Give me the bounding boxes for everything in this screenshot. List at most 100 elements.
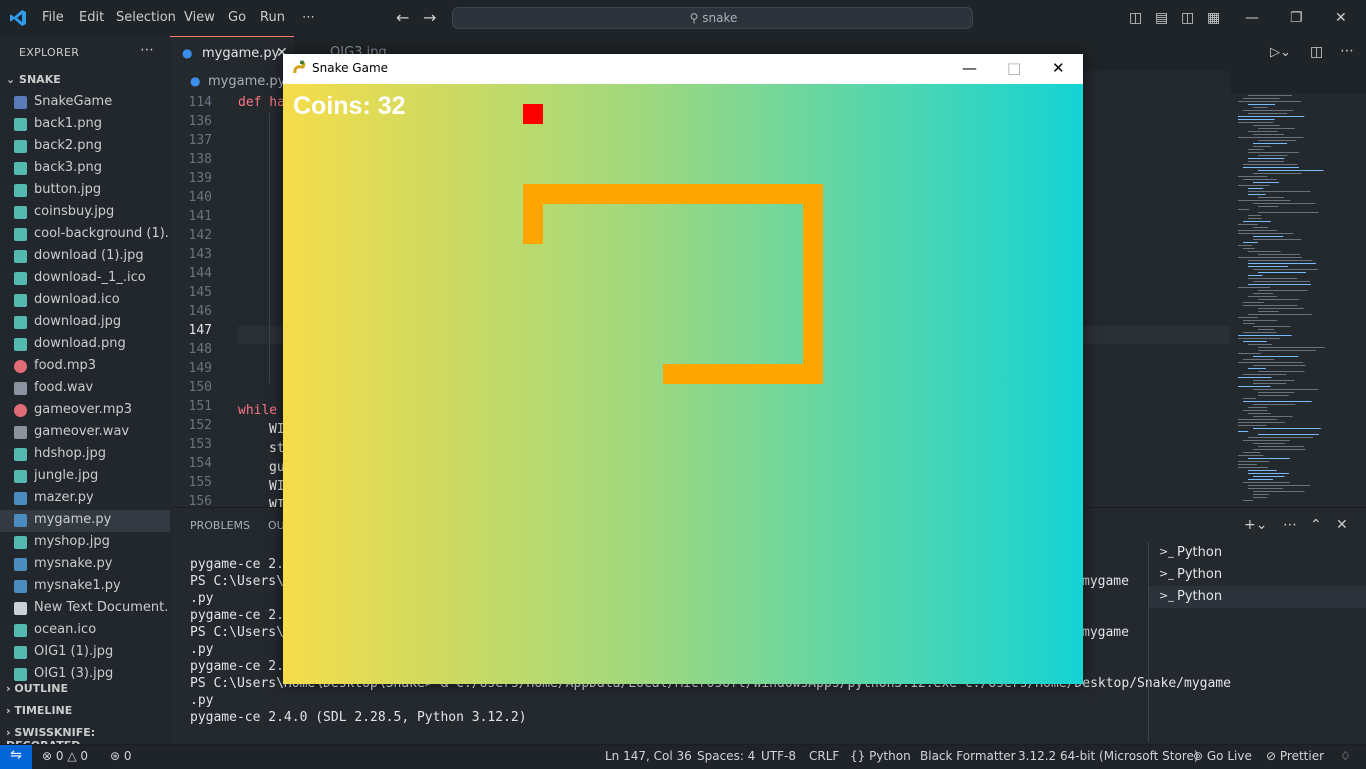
file-item[interactable]: gameover.mp3	[0, 400, 170, 422]
back-arrow-icon[interactable]: ←	[396, 8, 409, 27]
minimap-line	[1248, 473, 1289, 474]
formatter[interactable]: Black Formatter	[920, 749, 1016, 763]
close-icon[interactable]: ✕	[1335, 10, 1347, 26]
file-item[interactable]: download.ico	[0, 290, 170, 312]
language-mode[interactable]: {} Python	[850, 749, 911, 763]
interpreter[interactable]: 3.12.2 64-bit (Microsoft Store)	[1018, 749, 1199, 763]
minimize-icon[interactable]: —	[1245, 10, 1259, 26]
game-close-icon[interactable]: ✕	[1052, 59, 1065, 77]
line-ending[interactable]: CRLF	[809, 749, 839, 763]
menu-file[interactable]: File	[42, 10, 64, 25]
tab-problems[interactable]: PROBLEMS	[190, 519, 250, 532]
tab-mygame[interactable]: ● mygame.py ✕	[170, 36, 294, 71]
file-item[interactable]: download-_1_.ico	[0, 268, 170, 290]
game-canvas[interactable]: Coins: 32	[283, 84, 1083, 684]
minimap[interactable]	[1230, 93, 1366, 507]
run-icon[interactable]: ▷⌄	[1270, 45, 1291, 60]
minimap-preview	[1238, 95, 1325, 501]
terminal-item[interactable]: >_ Python	[1149, 542, 1366, 564]
snake-game-window[interactable]: Snake Game — □ ✕ Coins: 32	[283, 54, 1083, 684]
minimap-line	[1253, 494, 1270, 495]
minimap-line	[1253, 125, 1280, 126]
file-item[interactable]: back1.png	[0, 114, 170, 136]
forward-arrow-icon[interactable]: →	[423, 8, 436, 27]
file-item[interactable]: back3.png	[0, 158, 170, 180]
menu-edit[interactable]: Edit	[79, 10, 104, 25]
file-name: cool-background (1)....	[34, 226, 168, 241]
file-item[interactable]: jungle.jpg	[0, 466, 170, 488]
file-item[interactable]: New Text Document.txt	[0, 598, 170, 620]
close-panel-icon[interactable]: ✕	[1336, 517, 1348, 533]
customize-layout-icon[interactable]: ▦	[1207, 10, 1220, 26]
minimap-line	[1238, 425, 1267, 426]
file-name: back1.png	[34, 116, 103, 131]
terminal-icon: >_	[1159, 567, 1174, 580]
minimap-line	[1248, 251, 1281, 252]
game-minimize-icon[interactable]: —	[962, 59, 977, 77]
file-name: hdshop.jpg	[34, 446, 106, 461]
maximize-panel-icon[interactable]: ⌃	[1310, 517, 1322, 533]
file-item[interactable]: coinsbuy.jpg	[0, 202, 170, 224]
cursor-position[interactable]: Ln 147, Col 36	[605, 749, 692, 763]
game-titlebar[interactable]: Snake Game — □ ✕	[283, 54, 1083, 84]
minimap-line	[1238, 230, 1277, 231]
file-item[interactable]: food.wav	[0, 378, 170, 400]
file-item[interactable]: download.jpg	[0, 312, 170, 334]
menu-view[interactable]: View	[184, 10, 215, 25]
split-editor-icon[interactable]: ◫	[1310, 44, 1323, 60]
file-item[interactable]: hdshop.jpg	[0, 444, 170, 466]
file-item[interactable]: SnakeGame	[0, 92, 170, 114]
status-bar: ⇋ ⊗ 0 △ 0 ⊛ 0 Ln 147, Col 36 Spaces: 4 U…	[0, 744, 1366, 769]
file-item[interactable]: mygame.py	[0, 510, 170, 532]
go-live[interactable]: ⊚ Go Live	[1193, 749, 1252, 763]
file-item[interactable]: OIG1 (1).jpg	[0, 642, 170, 664]
menu-more[interactable]: ⋯	[302, 10, 315, 25]
notifications-bell-icon[interactable]: ♢	[1340, 749, 1351, 763]
file-item[interactable]: download (1).jpg	[0, 246, 170, 268]
file-item[interactable]: cool-background (1)....	[0, 224, 170, 246]
folder-file-icon	[14, 96, 27, 109]
file-item[interactable]: food.mp3	[0, 356, 170, 378]
menu-selection[interactable]: Selection	[116, 10, 176, 25]
line-number: 147	[188, 323, 212, 338]
toggle-panel-icon[interactable]: ▤	[1155, 10, 1168, 26]
restore-icon[interactable]: ❐	[1290, 10, 1303, 26]
file-item[interactable]: mysnake1.py	[0, 576, 170, 598]
ports-status[interactable]: ⊛ 0	[110, 749, 132, 763]
toggle-sidebar-icon[interactable]: ◫	[1129, 10, 1142, 26]
prettier[interactable]: ⊘ Prettier	[1266, 749, 1324, 763]
remote-indicator-icon[interactable]: ⇋	[0, 745, 32, 769]
minimap-line	[1243, 179, 1277, 180]
file-item[interactable]: myshop.jpg	[0, 532, 170, 554]
file-item[interactable]: ocean.ico	[0, 620, 170, 642]
command-center-search[interactable]: ⚲ snake	[452, 7, 973, 29]
menu-go[interactable]: Go	[228, 10, 246, 25]
code-def: def ha	[238, 95, 285, 110]
encoding[interactable]: UTF-8	[761, 749, 796, 763]
snake-segment	[803, 184, 823, 384]
minimap-line	[1258, 395, 1289, 396]
timeline-section[interactable]: › TIMELINE	[6, 704, 72, 717]
file-item[interactable]: download.png	[0, 334, 170, 356]
new-terminal-icon[interactable]: +⌄	[1244, 517, 1267, 533]
problems-status[interactable]: ⊗ 0 △ 0	[42, 749, 88, 763]
file-item[interactable]: mazer.py	[0, 488, 170, 510]
outline-section[interactable]: › OUTLINE	[6, 682, 68, 695]
image-file-icon	[14, 448, 27, 461]
python-file-icon: ●	[190, 74, 201, 88]
more-actions-icon[interactable]: ⋯	[140, 42, 154, 58]
terminal-item[interactable]: >_ Python	[1149, 564, 1366, 586]
file-name: myshop.jpg	[34, 534, 110, 549]
file-item[interactable]: button.jpg	[0, 180, 170, 202]
toggle-secondary-sidebar-icon[interactable]: ◫	[1181, 10, 1194, 26]
game-maximize-icon[interactable]: □	[1007, 59, 1021, 77]
file-item[interactable]: back2.png	[0, 136, 170, 158]
folder-header[interactable]: ⌄ SNAKE	[6, 73, 61, 86]
file-item[interactable]: mysnake.py	[0, 554, 170, 576]
indentation[interactable]: Spaces: 4	[697, 749, 755, 763]
panel-more-icon[interactable]: ⋯	[1283, 517, 1297, 533]
file-item[interactable]: gameover.wav	[0, 422, 170, 444]
terminal-item[interactable]: >_ Python	[1149, 586, 1366, 608]
editor-more-icon[interactable]: ⋯	[1340, 43, 1354, 59]
menu-run[interactable]: Run	[260, 10, 285, 25]
